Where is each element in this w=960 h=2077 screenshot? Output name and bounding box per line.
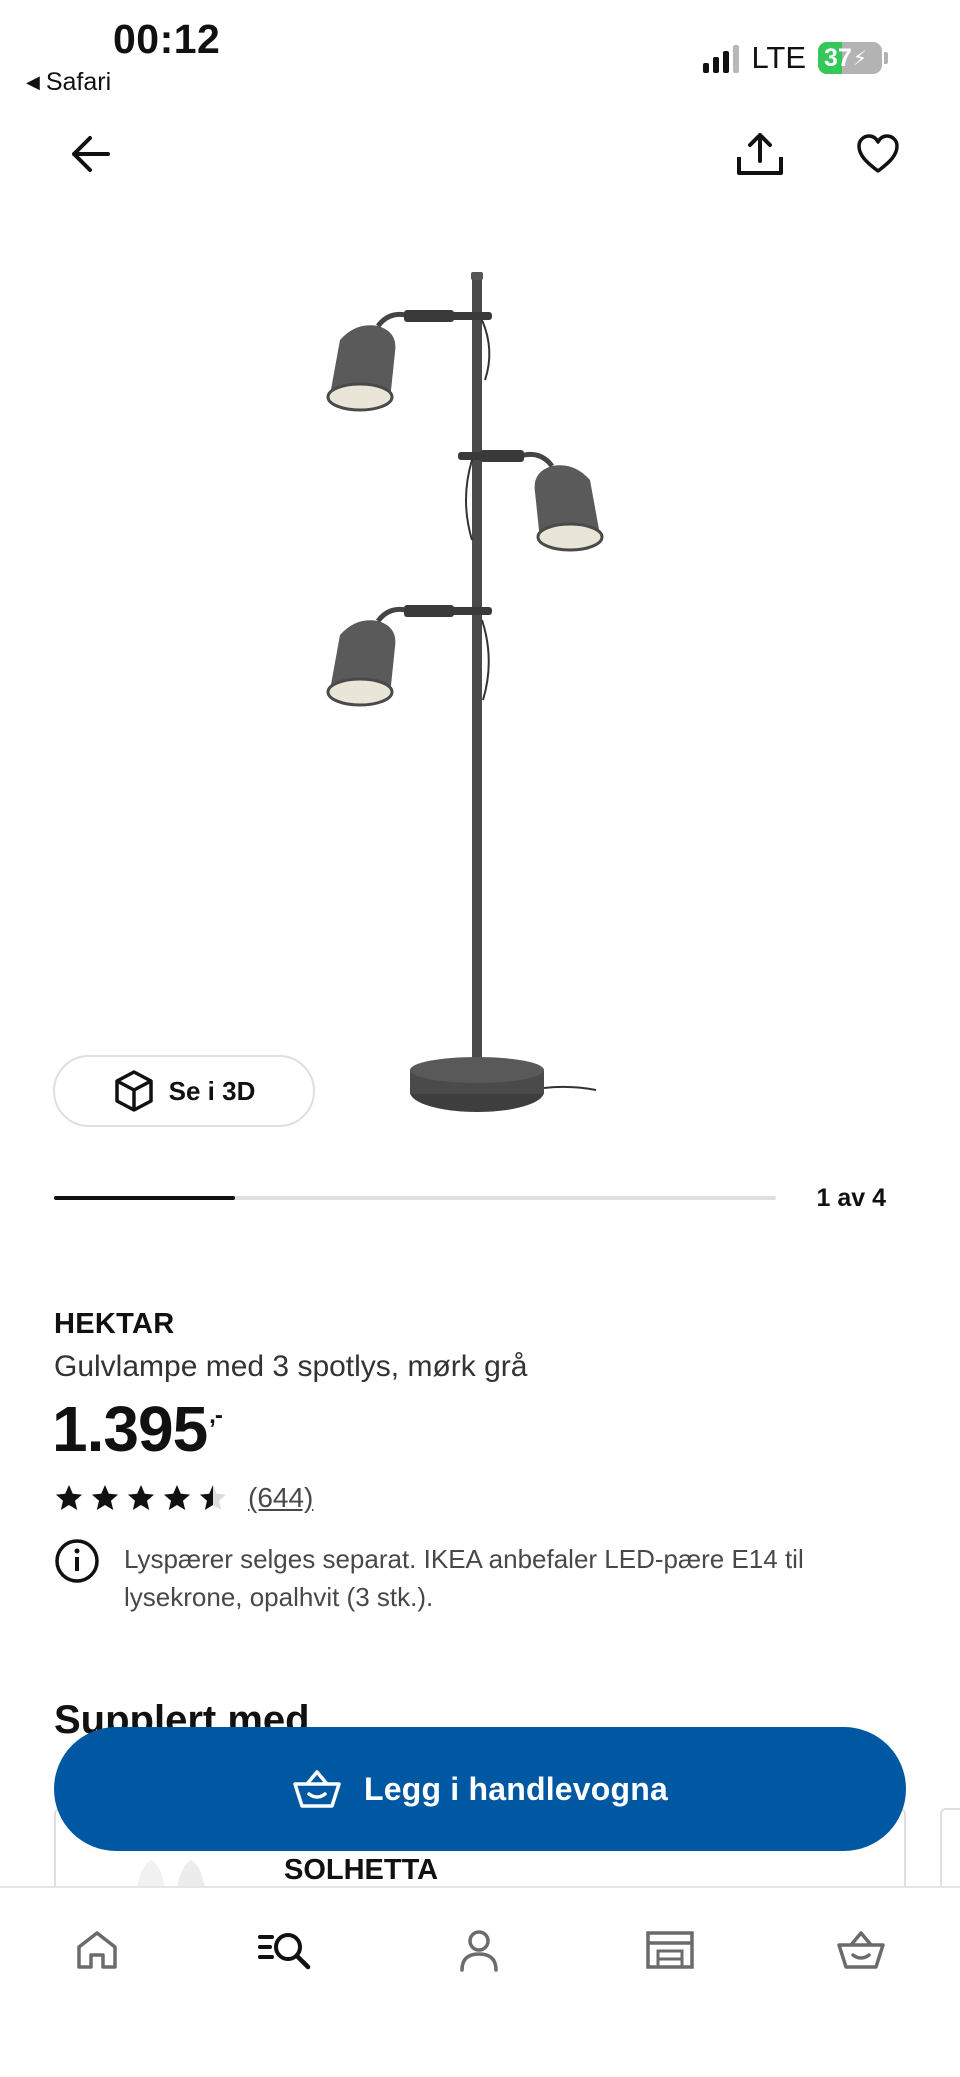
gallery-position: 1 av 4 [816,1184,886,1212]
rating-stars [54,1483,228,1513]
heart-icon [857,134,899,173]
signal-icon [703,43,740,73]
price-suffix: ,- [209,1402,223,1429]
search-list-icon [258,1933,311,1970]
network-label: LTE [751,40,806,75]
share-button[interactable] [728,122,792,186]
bottom-navigation [0,1886,960,2077]
rating-star [200,1485,226,1510]
battery-level: 37 [824,43,852,72]
info-text: Lyspærer selges separat. IKEA anbefaler … [124,1544,804,1612]
view-3d-button[interactable]: Se i 3D [53,1055,315,1127]
profile-icon [460,1930,498,1972]
store-icon [646,1931,694,1969]
product-brand: HEKTAR [54,1308,175,1340]
back-app-label: Safari [45,68,112,96]
product-image[interactable] [300,260,660,1130]
rating-star [92,1485,118,1510]
status-bar: 00:12 ◀ Safari LTE 37 ⚡ [0,0,960,110]
back-triangle-icon: ◀ [26,72,40,92]
cart-icon [837,1931,885,1969]
nav-search[interactable] [250,1918,320,1982]
complement-card-name: SOLHETTA [284,1854,439,1886]
nav-home[interactable] [62,1918,132,1982]
back-button[interactable] [58,122,122,186]
gallery-progress [54,1196,776,1200]
nav-store[interactable] [635,1918,705,1982]
product-rating[interactable]: (644) [54,1482,313,1514]
add-to-cart-label: Legg i handlevogna [363,1770,669,1807]
battery-icon: 37 ⚡ [818,42,882,74]
favorite-button[interactable] [846,122,910,186]
review-count-link[interactable]: (644) [248,1482,313,1514]
price-value: 1.395 [52,1393,208,1465]
product-description: Gulvlampe med 3 spotlys, mørk grå [54,1350,528,1383]
info-note: Lyspærer selges separat. IKEA anbefaler … [54,1539,874,1616]
arrow-left-icon [72,136,110,172]
rating-star [56,1485,82,1510]
gallery-progress-fill [54,1196,235,1200]
info-icon [55,1539,99,1583]
add-to-cart-button[interactable]: Legg i handlevogna [54,1727,906,1851]
cube-icon [114,1070,153,1112]
nav-profile[interactable] [444,1918,514,1982]
status-time: 00:12 [113,16,221,62]
share-icon [737,133,783,175]
rating-star [128,1485,154,1510]
nav-cart[interactable] [826,1918,896,1982]
back-to-safari[interactable]: ◀ Safari [26,68,111,97]
basket-icon [293,1770,341,1808]
home-icon [77,1931,117,1969]
product-price: 1.395 ,- [52,1392,223,1466]
status-indicators: LTE 37 ⚡ [703,40,888,76]
view-3d-label: Se i 3D [168,1075,256,1106]
rating-star [164,1485,190,1510]
